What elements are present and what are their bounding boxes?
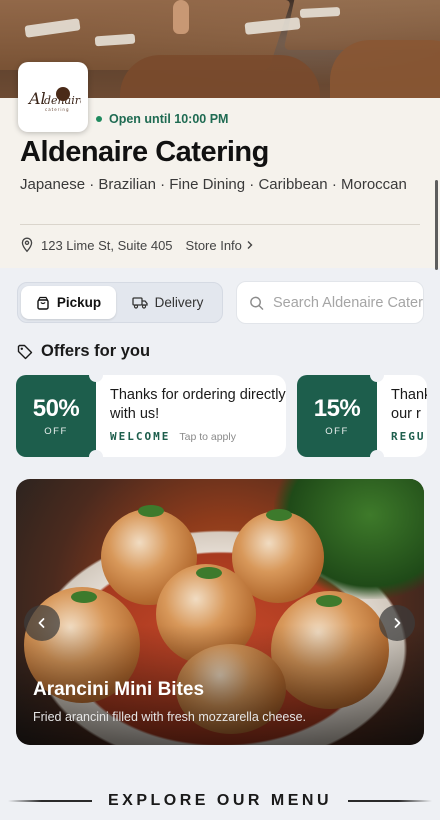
address-row: 123 Lime St, Suite 405 Store Info <box>20 237 254 253</box>
order-mode-toggle: Pickup Delivery <box>17 282 223 323</box>
offer-off-label: OFF <box>44 426 68 437</box>
divider <box>20 224 420 225</box>
search-icon <box>250 296 264 310</box>
divider-line <box>348 800 432 802</box>
explore-menu-heading: EXPLORE OUR MENU <box>0 792 440 810</box>
open-status: Open until 10:00 PM <box>96 112 228 126</box>
featured-dish-title: Arancini Mini Bites <box>33 679 205 700</box>
open-status-text: Open until 10:00 PM <box>109 112 229 126</box>
restaurant-name: Aldenaire Catering <box>20 136 269 168</box>
truck-icon <box>131 297 148 309</box>
tag-icon <box>17 344 33 359</box>
ticket-notch <box>89 368 103 382</box>
offer-percent: 15% <box>313 395 361 422</box>
offer-message: Thanks for ordering directly with us! <box>110 387 286 422</box>
logo-mark: Al denaire catering <box>27 87 81 112</box>
carousel-next-button[interactable] <box>379 605 415 641</box>
offer-message: Thanks for ordering with our r <box>391 387 427 422</box>
offer-card[interactable]: 50% OFF Thanks for ordering directly wit… <box>16 368 286 464</box>
search-input[interactable] <box>273 294 423 311</box>
offer-percent: 50% <box>32 395 80 422</box>
offer-off-label: OFF <box>325 426 349 437</box>
ticket-notch <box>370 368 384 382</box>
offers-heading-text: Offers for you <box>41 342 151 360</box>
offer-code-row: REGU <box>391 430 427 443</box>
offer-discount: 50% OFF <box>16 375 96 457</box>
offer-code: WELCOME <box>110 430 171 443</box>
ticket-notch <box>89 450 103 464</box>
offers-heading: Offers for you <box>17 342 150 361</box>
restaurant-logo: Al denaire catering <box>18 62 88 132</box>
location-pin-icon <box>21 237 33 253</box>
scrollbar-thumb[interactable] <box>435 180 438 270</box>
delivery-label: Delivery <box>154 295 204 310</box>
offer-card[interactable]: 15% OFF Thanks for ordering with our r R… <box>297 368 427 464</box>
search-box <box>236 281 424 324</box>
divider-line <box>7 800 92 802</box>
offer-details: Thanks for ordering with our r REGU <box>377 375 427 457</box>
address-text: 123 Lime St, Suite 405 <box>41 237 173 253</box>
pickup-label: Pickup <box>56 295 102 310</box>
store-info-label: Store Info <box>185 237 242 253</box>
chevron-left-icon <box>38 618 45 628</box>
carousel-prev-button[interactable] <box>24 605 60 641</box>
status-dot-icon <box>96 116 102 122</box>
offer-apply-hint[interactable]: Tap to apply <box>179 431 236 443</box>
svg-text:Al: Al <box>27 89 46 108</box>
pickup-button[interactable]: Pickup <box>21 286 117 319</box>
offer-code-row: WELCOME Tap to apply <box>110 430 286 443</box>
offer-code: REGU <box>391 430 426 443</box>
explore-menu-label: EXPLORE OUR MENU <box>107 792 332 809</box>
chevron-right-icon <box>394 618 401 628</box>
chevron-right-icon <box>247 241 253 249</box>
offer-discount: 15% OFF <box>297 375 377 457</box>
svg-text:catering: catering <box>45 107 70 112</box>
featured-carousel[interactable]: Arancini Mini Bites Fried arancini fille… <box>16 479 424 745</box>
offer-details: Thanks for ordering directly with us! WE… <box>96 375 286 457</box>
bag-icon <box>37 296 49 310</box>
store-info-link[interactable]: Store Info <box>186 238 254 253</box>
featured-dish-description: Fried arancini filled with fresh mozzare… <box>33 710 307 724</box>
cuisine-list: Japanese · Brazilian · Fine Dining · Car… <box>20 176 407 193</box>
delivery-button[interactable]: Delivery <box>116 286 219 319</box>
ticket-notch <box>370 450 384 464</box>
